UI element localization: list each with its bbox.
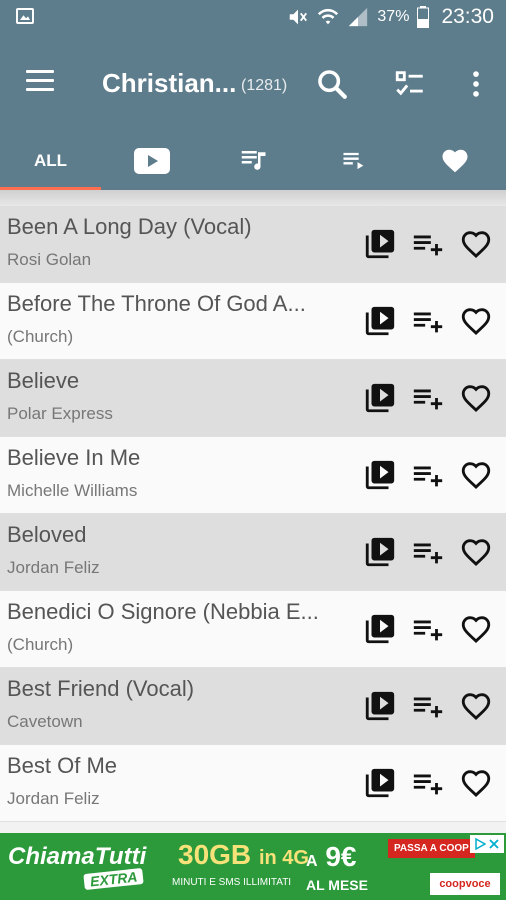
add-to-playlist-icon[interactable] <box>410 611 446 647</box>
ad-operator-logo: coopvoce <box>430 873 500 895</box>
mute-icon <box>290 9 308 25</box>
song-title: Before The Throne Of God A... <box>7 291 306 316</box>
battery-icon <box>417 6 430 28</box>
add-to-playlist-icon[interactable] <box>410 380 446 416</box>
page-title: Christian... <box>102 68 237 98</box>
music-playlist-icon <box>241 151 265 170</box>
song-list: Been A Long Day (Vocal) Rosi Golan Before … <box>0 190 506 833</box>
song-artist: Polar Express <box>7 404 113 423</box>
search-icon[interactable] <box>312 64 352 104</box>
wifi-icon <box>318 8 339 25</box>
tab-playlist-music[interactable] <box>202 132 303 190</box>
song-row[interactable]: Believe In Me Michelle Williams <box>0 437 506 514</box>
checklist-icon[interactable] <box>390 64 430 104</box>
song-artist: (Church) <box>7 635 74 654</box>
song-artist: Michelle Williams <box>7 481 138 500</box>
song-artist: Cavetown <box>7 712 83 731</box>
ad-banner[interactable]: ChiamaTutti EXTRA 30GB in 4G MINUTI E SM… <box>0 833 506 900</box>
ad-subtitle: MINUTI E SMS ILLIMITATI <box>172 877 292 888</box>
song-row[interactable]: Beloved Jordan Feliz <box>0 514 506 591</box>
ad-extra-label: EXTRA <box>83 867 145 891</box>
favorite-heart-icon[interactable] <box>458 380 494 416</box>
favorite-heart-icon[interactable] <box>458 457 494 493</box>
song-artist: (Church) <box>7 327 74 346</box>
play-video-icon[interactable] <box>362 303 398 339</box>
song-row[interactable]: Best Of Me Jordan Feliz <box>0 745 506 822</box>
tab-favorites[interactable] <box>404 132 505 190</box>
play-video-icon[interactable] <box>362 226 398 262</box>
play-video-icon[interactable] <box>362 765 398 801</box>
ad-brand: ChiamaTutti <box>8 843 147 870</box>
play-video-icon[interactable] <box>362 611 398 647</box>
song-row[interactable]: Best Friend (Vocal) Cavetown <box>0 668 506 745</box>
playlist-play-icon <box>343 152 363 170</box>
ad-price: A 9€ <box>306 841 357 873</box>
add-to-playlist-icon[interactable] <box>410 688 446 724</box>
tab-all-label: ALL <box>33 151 68 170</box>
play-video-icon[interactable] <box>362 688 398 724</box>
clock: 23:30 <box>441 5 494 28</box>
play-video-icon[interactable] <box>362 534 398 570</box>
song-title: Believe <box>7 368 80 393</box>
status-bar: 37% 23:30 <box>0 0 506 34</box>
tab-videos[interactable] <box>101 132 202 190</box>
ad-data-offer: 30GB in 4G <box>178 839 309 871</box>
favorite-heart-icon[interactable] <box>458 765 494 801</box>
ad-close-icon <box>489 839 499 849</box>
add-to-playlist-icon[interactable] <box>410 765 446 801</box>
song-title: Best Friend (Vocal) <box>7 676 195 701</box>
song-title: Benedici O Signore (Nebbia E... <box>7 599 319 624</box>
song-artist: Rosi Golan <box>7 250 92 269</box>
battery-percentage: 37% <box>377 8 410 25</box>
gallery-notification-icon <box>16 8 34 24</box>
song-title: Best Of Me <box>7 753 118 778</box>
ad-price-prefix: A <box>306 853 318 870</box>
favorite-heart-icon[interactable] <box>458 688 494 724</box>
song-title: Beloved <box>7 522 87 547</box>
heart-filled-icon <box>442 149 467 173</box>
signal-icon <box>349 7 368 27</box>
ad-cta[interactable]: PASSA A COOP <box>388 839 475 858</box>
tab-queue[interactable] <box>303 132 404 190</box>
menu-icon[interactable] <box>26 70 54 92</box>
favorite-heart-icon[interactable] <box>458 611 494 647</box>
favorite-heart-icon[interactable] <box>458 534 494 570</box>
play-video-icon[interactable] <box>362 457 398 493</box>
song-title: Been A Long Day (Vocal) <box>7 214 252 239</box>
ad-choices-icon[interactable] <box>470 835 504 853</box>
ad-price-value: 9€ <box>325 841 357 872</box>
tab-all[interactable]: ALL <box>0 132 101 190</box>
add-to-playlist-icon[interactable] <box>410 534 446 570</box>
add-to-playlist-icon[interactable] <box>410 226 446 262</box>
favorite-heart-icon[interactable] <box>458 226 494 262</box>
song-row[interactable]: Before The Throne Of God A... (Church) <box>0 283 506 360</box>
app-toolbar: Christian... (1281) <box>0 34 506 132</box>
play-video-icon[interactable] <box>362 380 398 416</box>
add-to-playlist-icon[interactable] <box>410 457 446 493</box>
ad-network: in 4G <box>258 847 309 869</box>
song-count: (1281) <box>241 77 288 94</box>
song-row[interactable]: Benedici O Signore (Nebbia E... (Church) <box>0 591 506 668</box>
ad-data-amount: 30GB <box>178 839 252 870</box>
favorite-heart-icon[interactable] <box>458 303 494 339</box>
ad-period: AL MESE <box>306 877 368 893</box>
video-play-icon <box>133 148 170 174</box>
song-artist: Jordan Feliz <box>7 558 100 577</box>
song-row[interactable]: Believe Polar Express <box>0 360 506 437</box>
add-to-playlist-icon[interactable] <box>410 303 446 339</box>
song-row[interactable]: Been A Long Day (Vocal) Rosi Golan <box>0 206 506 283</box>
song-title: Believe In Me <box>7 445 141 470</box>
more-options-icon[interactable] <box>456 64 496 104</box>
song-artist: Jordan Feliz <box>7 789 100 808</box>
tab-bar: ALL <box>0 132 506 190</box>
